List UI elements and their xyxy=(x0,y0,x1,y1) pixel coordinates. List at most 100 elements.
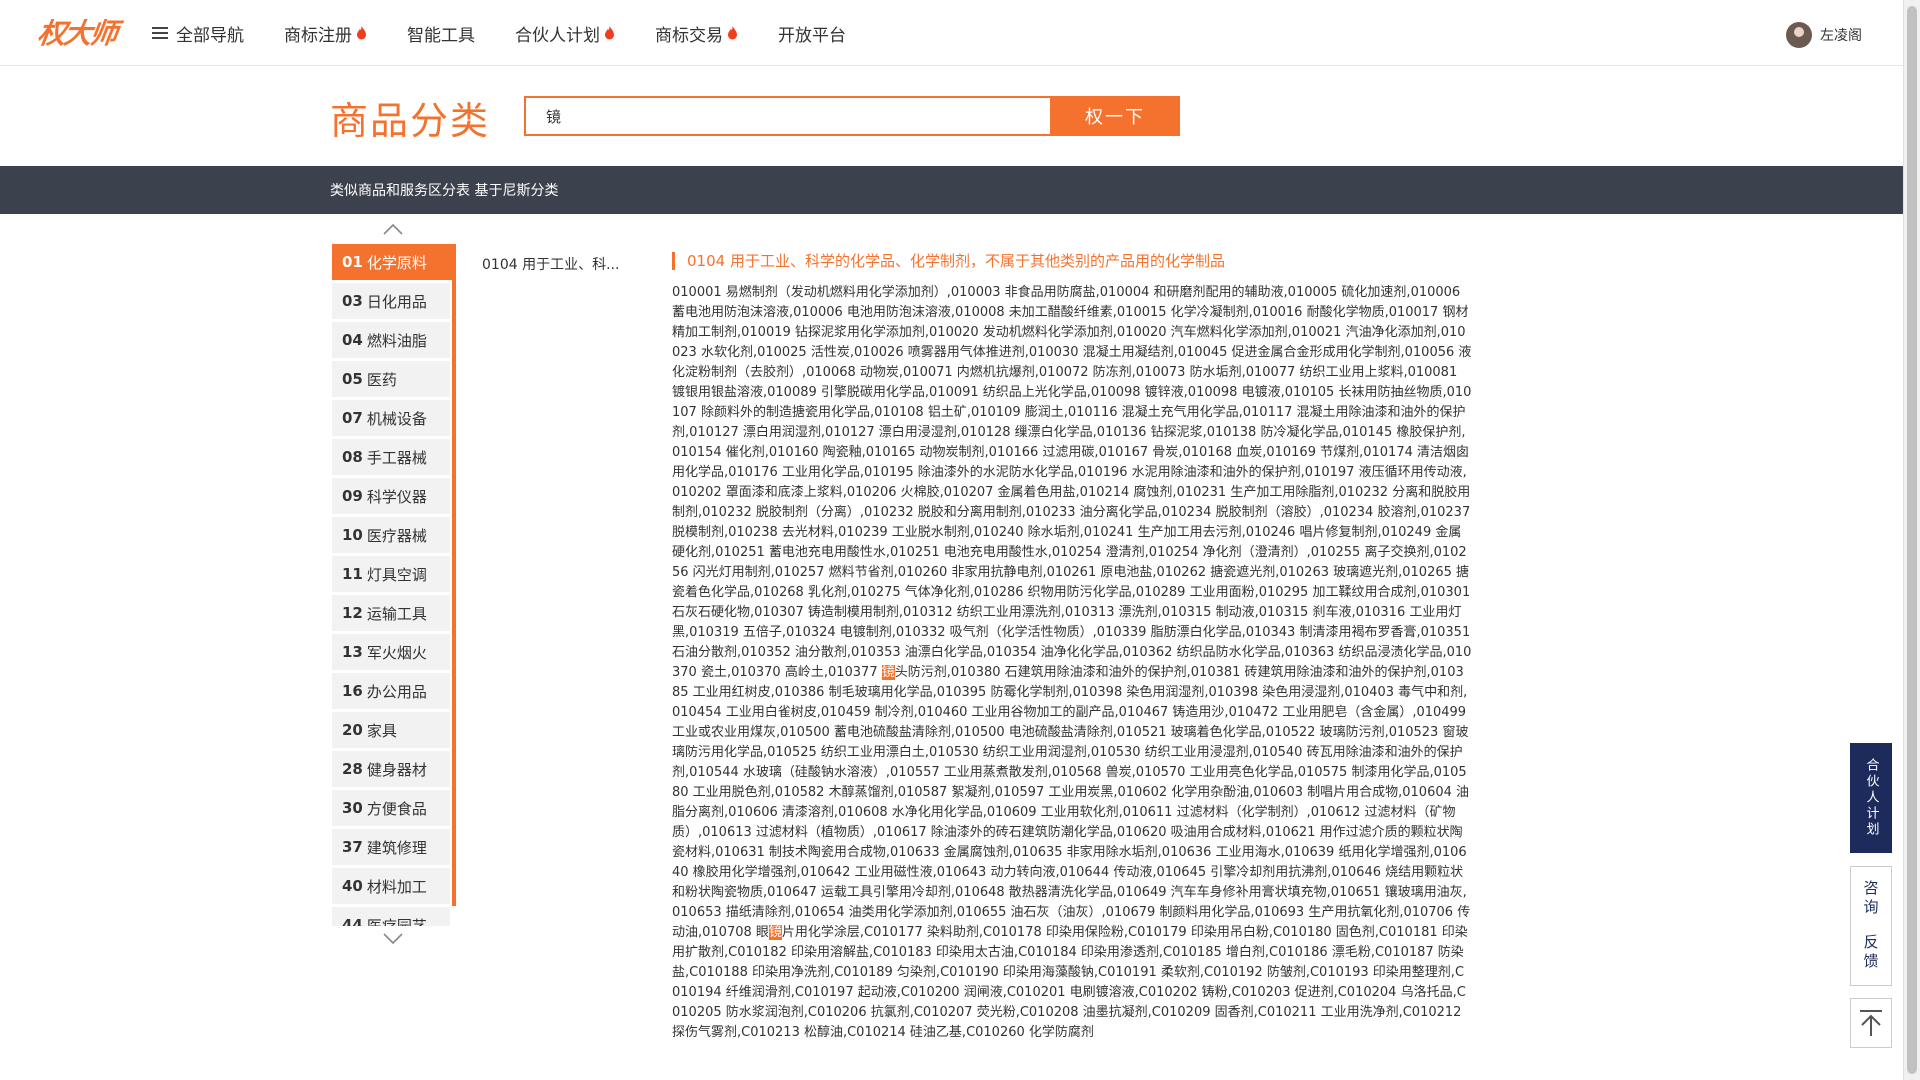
category-num: 44 xyxy=(342,916,363,926)
category-label: 医疗器械 xyxy=(366,526,427,545)
category-13[interactable]: 13 军火烟火 xyxy=(332,634,450,670)
category-08[interactable]: 08 手工器械 xyxy=(332,439,450,475)
category-list: 01 化学原料 03 日化用品 04 燃料油脂 05 医药 07 机械设备 08 手工器械 … xyxy=(332,244,456,926)
category-label: 医疗园艺 xyxy=(366,916,427,927)
category-20[interactable]: 20 家具 xyxy=(332,712,450,748)
category-16[interactable]: 16 办公用品 xyxy=(332,673,450,709)
menu-icon xyxy=(152,26,168,40)
category-label: 健身器材 xyxy=(366,760,427,779)
category-label: 手工器械 xyxy=(366,448,427,467)
hot-flame-icon xyxy=(605,26,614,40)
category-num: 12 xyxy=(342,604,363,622)
category-num: 16 xyxy=(342,682,363,700)
consult-label[interactable]: 咨询 xyxy=(1861,880,1882,918)
category-label: 方便食品 xyxy=(366,799,427,818)
user-name: 左凌阁 xyxy=(1820,28,1862,44)
category-label: 运输工具 xyxy=(366,604,427,623)
category-num: 28 xyxy=(342,760,363,778)
category-40[interactable]: 40 材料加工 xyxy=(332,868,450,904)
category-label: 医药 xyxy=(366,370,397,389)
nav-open-platform-label: 开放平台 xyxy=(778,25,846,46)
category-label: 科学仪器 xyxy=(366,487,427,506)
category-num: 13 xyxy=(342,643,363,661)
nav-trademark-register-label: 商标注册 xyxy=(284,25,352,46)
logo-text: 权大师 xyxy=(35,17,119,50)
category-label: 材料加工 xyxy=(366,877,427,896)
consult-feedback-float[interactable]: 咨询 反馈 xyxy=(1850,866,1892,986)
search-input[interactable] xyxy=(524,96,1050,136)
nav-trademark-trade-label: 商标交易 xyxy=(655,25,723,46)
category-10[interactable]: 10 医疗器械 xyxy=(332,517,450,553)
main-nav: 全部导航 商标注册 智能工具 合伙人计划 商标交易 开放平台 xyxy=(152,0,886,66)
arrow-up-icon xyxy=(1860,1010,1882,1036)
page-scrollbar[interactable] xyxy=(1903,0,1920,1080)
scrollbar-thumb[interactable] xyxy=(1907,6,1917,1074)
search-highlight: 镜 xyxy=(768,925,782,940)
category-label: 日化用品 xyxy=(366,292,427,311)
category-28[interactable]: 28 健身器材 xyxy=(332,751,450,787)
category-11[interactable]: 11 灯具空调 xyxy=(332,556,450,592)
partner-plan-float-button[interactable]: 合伙人计划 xyxy=(1850,743,1892,853)
logo[interactable]: 权大师 xyxy=(35,12,119,52)
nav-smart-tools-label: 智能工具 xyxy=(407,25,475,46)
category-label: 机械设备 xyxy=(366,409,427,428)
search-highlight: 镜 xyxy=(881,665,895,680)
goods-list: 010001 易燃制剂（发动机燃料用化学添加剂）,010003 非食品用防腐盐,… xyxy=(672,283,1472,1043)
category-label: 化学原料 xyxy=(366,253,427,272)
goods-text: 010001 易燃制剂（发动机燃料用化学添加剂）,010003 非食品用防腐盐,… xyxy=(672,285,1472,680)
category-label: 家具 xyxy=(366,721,397,740)
hot-flame-icon xyxy=(728,26,737,40)
category-label: 办公用品 xyxy=(366,682,427,701)
back-to-top-button[interactable] xyxy=(1850,998,1892,1048)
category-num: 05 xyxy=(342,370,363,388)
category-label: 建筑修理 xyxy=(366,838,427,857)
category-num: 03 xyxy=(342,292,363,310)
category-44[interactable]: 44 医疗园艺 xyxy=(332,907,450,926)
category-37[interactable]: 37 建筑修理 xyxy=(332,829,450,865)
group-title: 0104 用于工业、科学的化学品、化学制剂，不属于其他类别的产品用的化学制品 xyxy=(672,252,1225,270)
classification-band: 类似商品和服务区分表 基于尼斯分类 xyxy=(0,166,1903,214)
nav-open-platform[interactable]: 开放平台 xyxy=(778,21,846,46)
category-num: 30 xyxy=(342,799,363,817)
search-button[interactable]: 权一下 xyxy=(1050,96,1180,136)
category-03[interactable]: 03 日化用品 xyxy=(332,283,450,319)
category-12[interactable]: 12 运输工具 xyxy=(332,595,450,631)
chevron-up-icon[interactable] xyxy=(382,222,404,236)
category-01[interactable]: 01 化学原料 xyxy=(332,244,452,280)
category-label: 燃料油脂 xyxy=(366,331,427,350)
page-title: 商品分类 xyxy=(330,99,491,143)
category-num: 20 xyxy=(342,721,363,739)
category-num: 40 xyxy=(342,877,363,895)
top-navbar: 权大师 全部导航 商标注册 智能工具 合伙人计划 商标交易 开放平台 左凌阁 xyxy=(0,0,1920,66)
category-num: 01 xyxy=(342,253,363,271)
category-num: 37 xyxy=(342,838,363,856)
nav-all[interactable]: 全部导航 xyxy=(152,21,244,46)
feedback-label[interactable]: 反馈 xyxy=(1861,934,1882,972)
chevron-down-icon[interactable] xyxy=(382,932,404,946)
user-menu[interactable]: 左凌阁 xyxy=(1786,22,1862,48)
nav-all-label: 全部导航 xyxy=(176,25,244,46)
goods-text: 片用化学涂层,C010177 染料助剂,C010178 印染用保险粉,C0101… xyxy=(672,925,1468,1040)
nav-partner-plan[interactable]: 合伙人计划 xyxy=(515,21,615,46)
category-09[interactable]: 09 科学仪器 xyxy=(332,478,450,514)
category-num: 10 xyxy=(342,526,363,544)
category-num: 04 xyxy=(342,331,363,349)
category-num: 11 xyxy=(342,565,363,583)
band-text: 类似商品和服务区分表 基于尼斯分类 xyxy=(330,183,559,199)
nav-smart-tools[interactable]: 智能工具 xyxy=(407,21,475,46)
category-30[interactable]: 30 方便食品 xyxy=(332,790,450,826)
hot-flame-icon xyxy=(357,26,366,40)
nav-trademark-trade[interactable]: 商标交易 xyxy=(655,21,738,46)
category-num: 07 xyxy=(342,409,363,427)
nav-partner-plan-label: 合伙人计划 xyxy=(515,25,600,46)
goods-text: 头防污剂,010380 石建筑用除油漆和油外的保护剂,010381 砖建筑用除油… xyxy=(672,665,1471,940)
category-05[interactable]: 05 医药 xyxy=(332,361,450,397)
avatar xyxy=(1786,22,1812,48)
category-04[interactable]: 04 燃料油脂 xyxy=(332,322,450,358)
nav-trademark-register[interactable]: 商标注册 xyxy=(284,21,367,46)
subgroup-item-0104[interactable]: 0104 用于工业、科... xyxy=(482,254,632,274)
category-label: 军火烟火 xyxy=(366,643,427,662)
category-num: 08 xyxy=(342,448,363,466)
category-num: 09 xyxy=(342,487,363,505)
category-07[interactable]: 07 机械设备 xyxy=(332,400,450,436)
